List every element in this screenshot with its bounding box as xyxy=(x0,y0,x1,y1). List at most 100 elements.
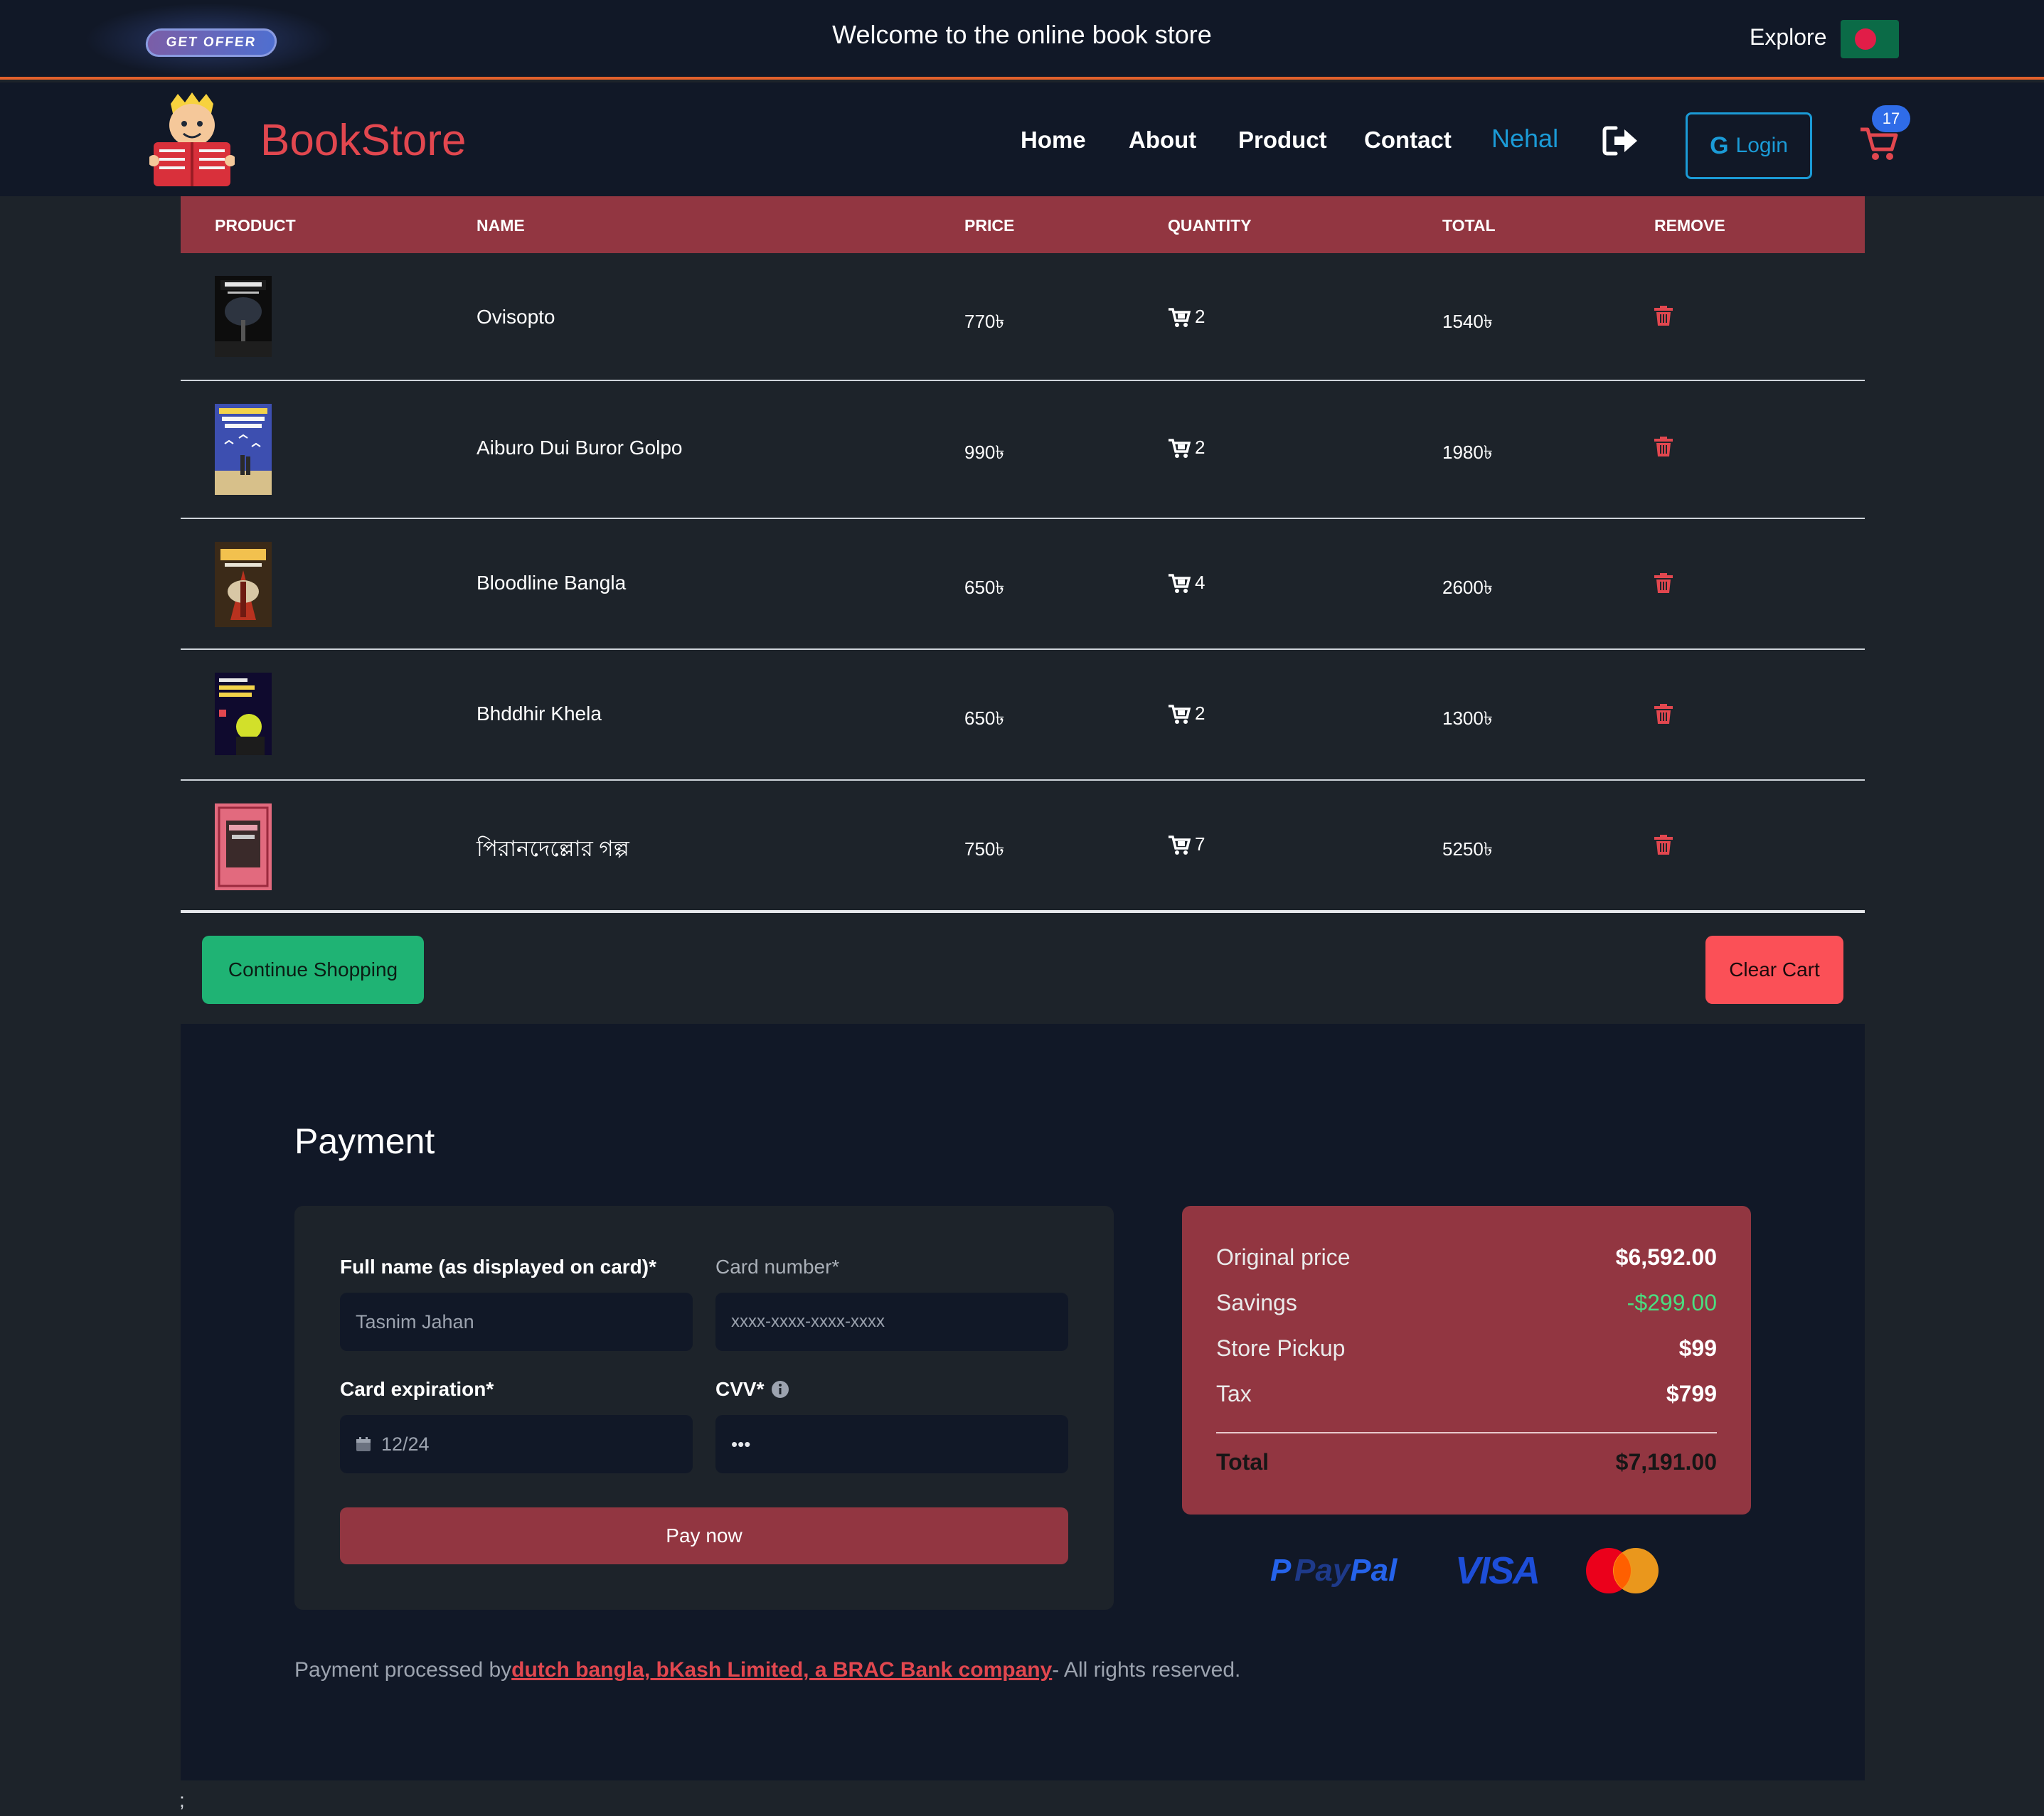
product-price: 650৳ xyxy=(964,577,1005,598)
quantity-cell: 2 xyxy=(1168,306,1205,328)
quantity-cell: 4 xyxy=(1168,572,1205,594)
payment-section: Payment Full name (as displayed on card)… xyxy=(181,1024,1865,1780)
footer-prefix: Payment processed by xyxy=(294,1658,512,1682)
trash-icon[interactable] xyxy=(1654,437,1673,456)
full-name-label: Full name (as displayed on card)* xyxy=(340,1256,657,1278)
header-price: PRICE xyxy=(964,216,1015,235)
table-row: Aiburo Dui Buror Golpo 990৳ 2 1980৳ xyxy=(181,381,1865,519)
product-total: 1540৳ xyxy=(1442,311,1493,332)
quantity-value: 4 xyxy=(1195,572,1205,593)
flag-icon[interactable] xyxy=(1841,20,1899,58)
payment-title: Payment xyxy=(294,1121,435,1161)
full-name-input[interactable]: Tasnim Jahan xyxy=(340,1293,693,1351)
visa-logo: VISA xyxy=(1455,1549,1540,1592)
quantity-value: 2 xyxy=(1195,437,1205,458)
nav-about[interactable]: About xyxy=(1129,127,1196,154)
cvv-label-group: CVV* xyxy=(715,1378,789,1401)
tax-value: $799 xyxy=(1666,1381,1717,1406)
paypal-icon: P xyxy=(1270,1553,1292,1588)
summary-original: Original price $6,592.00 xyxy=(1216,1244,1717,1271)
tax-label: Tax xyxy=(1216,1381,1252,1406)
product-name: Bhddhir Khela xyxy=(477,703,602,725)
table-row: Bloodline Bangla 650৳ 4 2600৳ xyxy=(181,519,1865,650)
summary-tax: Tax $799 xyxy=(1216,1381,1717,1407)
card-number-label: Card number* xyxy=(715,1256,840,1278)
card-expiration-input[interactable]: 12/24 xyxy=(340,1415,693,1473)
navbar: BookStore Home About Product Contact Neh… xyxy=(0,82,2044,196)
payment-form: Full name (as displayed on card)* Card n… xyxy=(294,1206,1114,1610)
card-expiration-label: Card expiration* xyxy=(340,1378,494,1400)
quantity-value: 7 xyxy=(1195,833,1205,855)
book-cover-image xyxy=(215,404,272,495)
total-value: $7,191.00 xyxy=(1615,1449,1717,1475)
product-total: 1300৳ xyxy=(1442,707,1493,729)
explore-link[interactable]: Explore xyxy=(1750,24,1827,50)
book-cover-image xyxy=(215,276,272,357)
product-price: 750৳ xyxy=(964,838,1005,860)
processor-link[interactable]: dutch bangla, bKash Limited, a BRAC Bank… xyxy=(511,1658,1052,1682)
continue-shopping-button[interactable]: Continue Shopping xyxy=(202,936,424,1004)
order-summary: Original price $6,592.00 Savings -$299.0… xyxy=(1182,1206,1751,1515)
product-price: 770৳ xyxy=(964,311,1005,332)
top-bar: GET OFFER Welcome to the online book sto… xyxy=(0,0,2044,80)
trash-icon[interactable] xyxy=(1654,306,1673,326)
welcome-text: Welcome to the online book store xyxy=(832,20,1212,49)
trash-icon[interactable] xyxy=(1654,573,1673,593)
book-mascot-icon[interactable] xyxy=(149,92,235,188)
info-icon[interactable] xyxy=(771,1380,789,1399)
product-price: 990৳ xyxy=(964,442,1005,463)
product-total: 2600৳ xyxy=(1442,577,1493,598)
table-row: Bhddhir Khela 650৳ 2 1300৳ xyxy=(181,650,1865,781)
book-cover-image xyxy=(215,542,272,627)
cart-icon xyxy=(1169,438,1191,458)
quantity-cell: 7 xyxy=(1168,833,1205,855)
summary-total: Total $7,191.00 xyxy=(1216,1449,1717,1475)
summary-savings: Savings -$299.00 xyxy=(1216,1290,1717,1316)
book-cover-image xyxy=(215,803,272,890)
cvv-input[interactable]: ••• xyxy=(715,1415,1068,1473)
footer-suffix: - All rights reserved. xyxy=(1052,1658,1241,1682)
nav-user[interactable]: Nehal xyxy=(1491,124,1558,154)
cart-icon xyxy=(1169,307,1191,327)
logout-icon[interactable] xyxy=(1602,125,1640,156)
login-label: Login xyxy=(1735,134,1788,157)
quantity-cell: 2 xyxy=(1168,703,1205,725)
login-button[interactable]: G Login xyxy=(1686,112,1812,179)
cart-count-badge: 17 xyxy=(1872,105,1910,132)
product-total: 1980৳ xyxy=(1442,442,1493,463)
payment-footer: Payment processed bydutch bangla, bKash … xyxy=(294,1658,1240,1682)
google-icon: G xyxy=(1710,132,1729,159)
book-cover-image xyxy=(215,673,272,755)
trash-icon[interactable] xyxy=(1654,704,1673,724)
pay-now-button[interactable]: Pay now xyxy=(340,1507,1068,1564)
cart-icon xyxy=(1169,573,1191,593)
card-number-input[interactable]: xxxx-xxxx-xxxx-xxxx xyxy=(715,1293,1068,1351)
product-name: Ovisopto xyxy=(477,306,555,328)
store-pickup-value: $99 xyxy=(1678,1335,1717,1361)
nav-contact[interactable]: Contact xyxy=(1364,127,1452,154)
table-row: Ovisopto 770৳ 2 1540৳ xyxy=(181,253,1865,381)
product-name: পিরানদেল্লোর গল্প xyxy=(477,836,629,861)
product-name: Aiburo Dui Buror Golpo xyxy=(477,437,683,459)
total-label: Total xyxy=(1216,1449,1269,1475)
card-expiration-value: 12/24 xyxy=(381,1433,430,1455)
mastercard-icon xyxy=(1586,1548,1659,1593)
quantity-value: 2 xyxy=(1195,703,1205,724)
header-name: NAME xyxy=(477,216,525,235)
stray-text: ; xyxy=(179,1789,185,1811)
paypal-text-b: Pal xyxy=(1350,1553,1398,1588)
store-pickup-label: Store Pickup xyxy=(1216,1335,1346,1361)
nav-product[interactable]: Product xyxy=(1238,127,1327,154)
paypal-logo: P PayPal xyxy=(1270,1553,1397,1588)
savings-value: -$299.00 xyxy=(1627,1290,1717,1315)
product-total: 5250৳ xyxy=(1442,838,1493,860)
paypal-text-a: Pay xyxy=(1294,1553,1351,1588)
summary-pickup: Store Pickup $99 xyxy=(1216,1335,1717,1362)
nav-home[interactable]: Home xyxy=(1021,127,1086,154)
cart-icon xyxy=(1169,704,1191,724)
original-price-value: $6,592.00 xyxy=(1615,1244,1717,1270)
trash-icon[interactable] xyxy=(1654,835,1673,855)
clear-cart-button[interactable]: Clear Cart xyxy=(1705,936,1843,1004)
brand-name[interactable]: BookStore xyxy=(260,115,467,166)
table-row: পিরানদেল্লোর গল্প 750৳ 7 5250৳ xyxy=(181,781,1865,913)
